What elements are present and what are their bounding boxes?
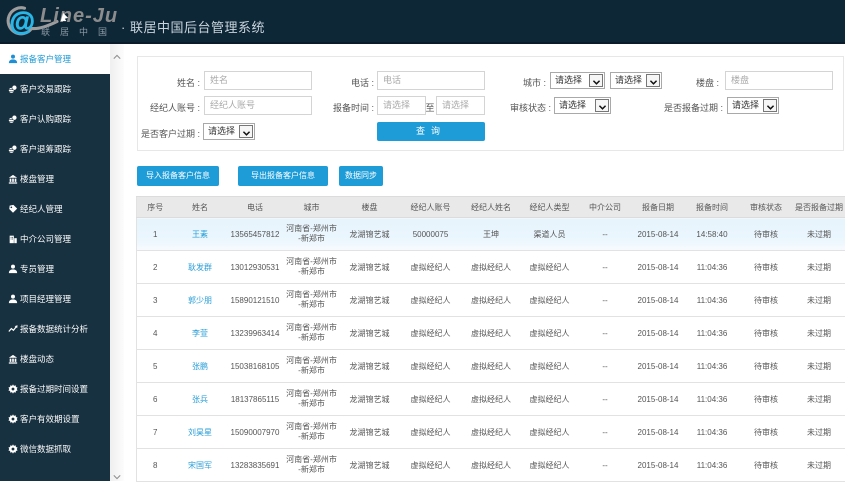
svg-text:@: @ [10, 6, 35, 36]
